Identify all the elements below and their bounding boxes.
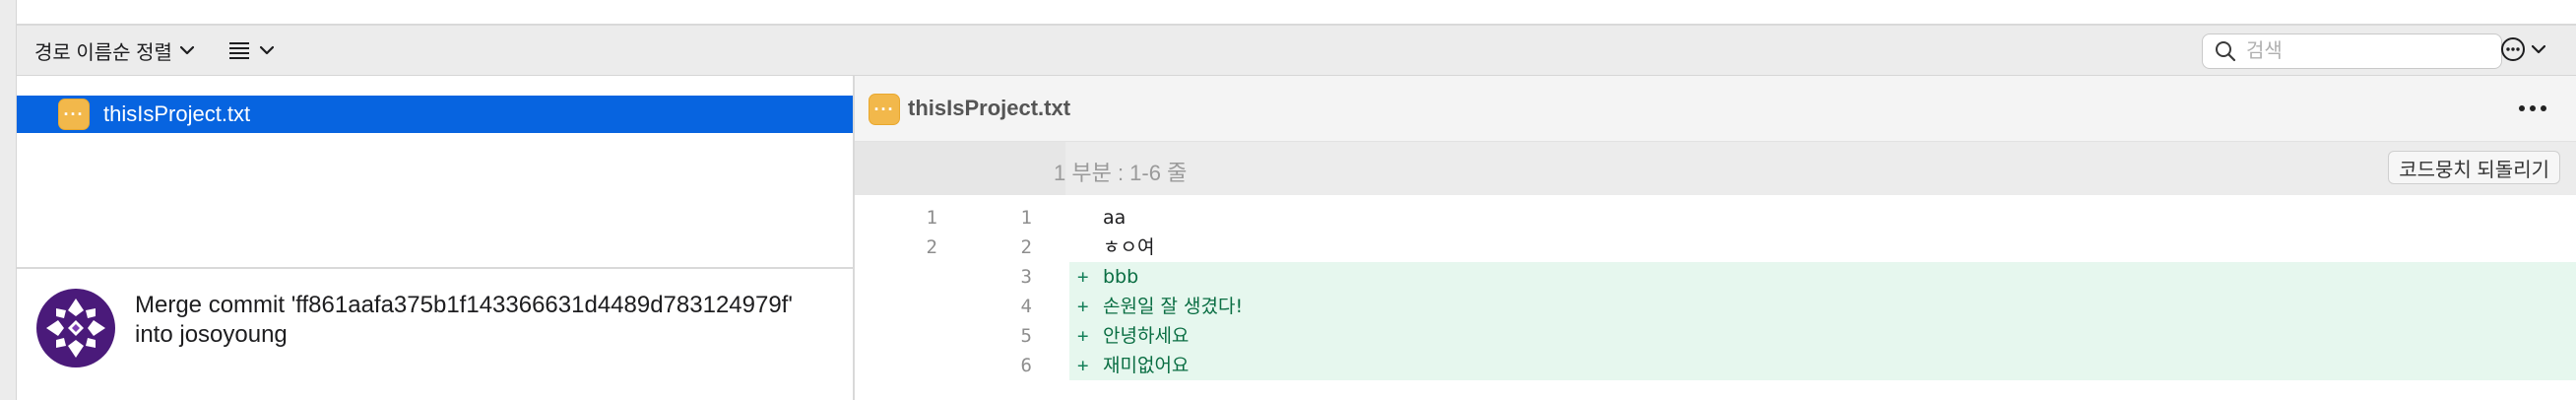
window-left-edge (0, 0, 17, 400)
new-line-number: 4 (1020, 296, 1032, 317)
diff-line-added: 3 + bbb (855, 262, 2576, 292)
diff-line-text: aa (1103, 207, 1127, 229)
search-field[interactable] (2202, 33, 2502, 69)
ellipsis-file-icon: ··· (869, 94, 900, 125)
search-icon (2216, 41, 2236, 62)
diff-line-content: + 손원일 잘 생겼다! (1069, 292, 2576, 321)
revert-hunk-button[interactable]: 코드뭉치 되돌리기 (2388, 151, 2560, 184)
diff-marker: + (1077, 355, 1089, 376)
chevron-down-icon (179, 45, 194, 55)
sort-menu-button[interactable]: 경로 이름순 정렬 (34, 35, 194, 65)
new-line-number: 6 (1020, 355, 1032, 376)
diff-line: 1 1 aa (855, 203, 2576, 233)
diff-line-content: + bbb (1069, 262, 2576, 292)
diff-line-text: 재미없어요 (1103, 355, 1190, 376)
hunk-header: 1 부분 : 1-6 줄 코드뭉치 되돌리기 (855, 142, 2576, 195)
chevron-down-icon (2532, 44, 2545, 54)
old-line-number: 2 (926, 236, 937, 258)
new-line-number: 3 (1020, 266, 1032, 288)
ellipsis-icon (2530, 105, 2536, 111)
hunk-gutter (855, 142, 1065, 195)
new-line-number: 5 (1020, 325, 1032, 347)
more-actions-button[interactable] (2500, 30, 2545, 69)
ellipsis-icon (2541, 105, 2546, 111)
diff-line-content: + 재미없어요 (1069, 351, 2576, 380)
diff-line-text: 손원일 잘 생겼다! (1103, 296, 1244, 317)
new-line-number: 1 (1020, 207, 1032, 229)
view-options-button[interactable] (228, 35, 274, 65)
diff-marker: + (1077, 296, 1089, 317)
list-icon (229, 42, 249, 59)
diff-file-header: ··· thisIsProject.txt (855, 76, 2576, 142)
diff-line-text: ㅎㅇ여 (1103, 236, 1155, 258)
diff-code-view: 1 1 aa 2 2 ㅎㅇ여 3 + bbb 4 + 손원일 잘 생겼다! 5 … (855, 195, 2576, 400)
diff-line-content: aa (1069, 203, 2576, 233)
new-line-number: 2 (1020, 236, 1032, 258)
diff-file-name: thisIsProject.txt (908, 96, 1071, 120)
old-line-number: 1 (926, 207, 937, 229)
commit-message: Merge commit 'ff861aafa375b1f143366631d4… (135, 292, 793, 348)
avatar (36, 289, 115, 367)
diff-marker: + (1077, 325, 1089, 347)
diff-line-content: ㅎㅇ여 (1069, 233, 2576, 262)
diff-line-content: + 안녕하세요 (1069, 321, 2576, 351)
ellipsis-icon (2519, 105, 2525, 111)
file-toolbar: 경로 이름순 정렬 (17, 26, 2576, 76)
diff-line: 2 2 ㅎㅇ여 (855, 233, 2576, 262)
diff-line-added: 6 + 재미없어요 (855, 351, 2576, 380)
changed-files-list: ··· thisIsProject.txt (17, 76, 853, 267)
ellipsis-circle-icon (2501, 37, 2525, 61)
diff-more-button[interactable] (2513, 94, 2552, 123)
file-list-item-name: thisIsProject.txt (103, 101, 251, 126)
diff-line-text: bbb (1103, 266, 1139, 288)
search-input[interactable] (2244, 38, 2484, 64)
hunk-label: 1 부분 : 1-6 줄 (1054, 161, 1188, 185)
diff-line-text: 안녕하세요 (1103, 325, 1190, 347)
ellipsis-file-icon: ··· (58, 99, 90, 130)
sort-label: 경로 이름순 정렬 (34, 41, 172, 64)
commit-info: Merge commit 'ff861aafa375b1f143366631d4… (17, 269, 853, 400)
diff-marker: + (1077, 266, 1089, 288)
chevron-down-icon (260, 45, 274, 55)
file-list-item[interactable]: ··· thisIsProject.txt (17, 96, 853, 133)
diff-line-added: 5 + 안녕하세요 (855, 321, 2576, 351)
title-strip (0, 0, 2576, 26)
diff-line-added: 4 + 손원일 잘 생겼다! (855, 292, 2576, 321)
